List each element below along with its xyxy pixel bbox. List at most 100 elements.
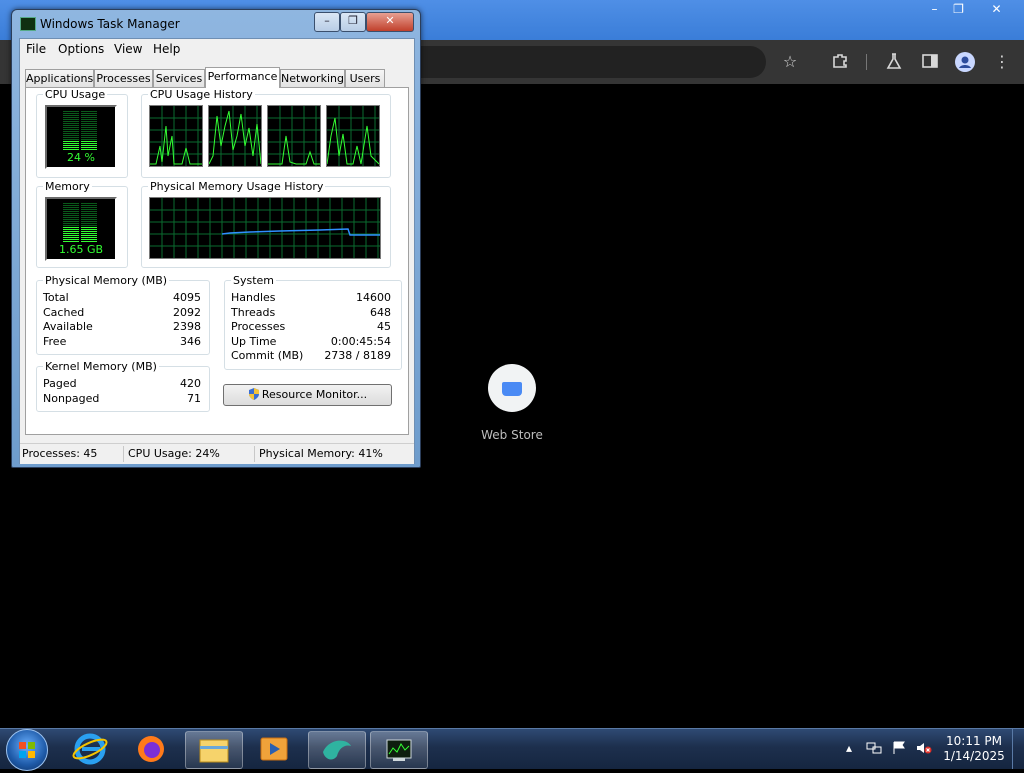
web-store-label: Web Store bbox=[481, 428, 543, 442]
meter-segment bbox=[81, 121, 97, 122]
minimize-button[interactable]: – bbox=[314, 12, 340, 32]
web-store-icon bbox=[488, 364, 536, 412]
browser-restore-button[interactable]: ❐ bbox=[942, 0, 975, 20]
meter-segment bbox=[63, 219, 79, 220]
row-value: 420 bbox=[180, 377, 201, 390]
menu-icon[interactable]: ⋮ bbox=[992, 52, 1012, 72]
meter-segment bbox=[63, 127, 79, 128]
close-button[interactable]: ✕ bbox=[366, 12, 414, 32]
meter-segment bbox=[63, 149, 79, 150]
tab-users[interactable]: Users bbox=[345, 69, 385, 87]
tab-performance[interactable]: Performance bbox=[205, 67, 280, 88]
menu-file[interactable]: File bbox=[26, 42, 46, 56]
menu-view[interactable]: View bbox=[114, 42, 142, 56]
task-manager-window: Windows Task Manager – ❐ ✕ File Options … bbox=[11, 9, 421, 468]
maximize-button[interactable]: ❐ bbox=[340, 12, 366, 32]
row-value: 346 bbox=[180, 335, 201, 348]
meter-segment bbox=[63, 121, 79, 122]
taskbar-task-manager[interactable] bbox=[370, 731, 428, 769]
meter-segment bbox=[81, 129, 97, 130]
meter-segment bbox=[63, 145, 79, 146]
tab-applications[interactable]: Applications bbox=[25, 69, 94, 87]
meter-segment bbox=[63, 217, 79, 218]
system-row: Commit (MB) 2738 / 8189 bbox=[231, 349, 391, 363]
kernel-memory-row: Nonpaged 71 bbox=[43, 392, 201, 406]
meter-segment bbox=[81, 119, 97, 120]
taskbar: ▴ 10:11 PM 1/14/2025 bbox=[0, 728, 1024, 771]
meter-segment bbox=[81, 149, 97, 150]
row-value: 2398 bbox=[173, 320, 201, 333]
status-bar: Processes: 45 CPU Usage: 24% Physical Me… bbox=[20, 443, 414, 464]
taskbar-firefox[interactable] bbox=[123, 731, 179, 767]
volume-muted-icon[interactable] bbox=[916, 741, 932, 758]
menu-options[interactable]: Options bbox=[58, 42, 104, 56]
taskbar-internet-explorer[interactable] bbox=[62, 731, 118, 767]
profile-icon[interactable] bbox=[955, 52, 975, 72]
meter-segment bbox=[81, 233, 97, 234]
meter-segment bbox=[81, 145, 97, 146]
meter-segment bbox=[63, 225, 79, 226]
network-icon[interactable] bbox=[866, 741, 882, 758]
row-value: 2092 bbox=[173, 306, 201, 319]
row-label: Total bbox=[43, 291, 69, 304]
menu-help[interactable]: Help bbox=[153, 42, 180, 56]
cpu-history-title: CPU Usage History bbox=[148, 88, 255, 101]
lab-icon[interactable] bbox=[884, 52, 904, 72]
meter-segment bbox=[63, 233, 79, 234]
tab-processes[interactable]: Processes bbox=[94, 69, 153, 87]
row-value: 4095 bbox=[173, 291, 201, 304]
meter-segment bbox=[81, 135, 97, 136]
extensions-icon[interactable] bbox=[830, 52, 850, 72]
meter-segment bbox=[63, 223, 79, 224]
browser-close-button[interactable]: ✕ bbox=[980, 0, 1013, 20]
show-hidden-icon[interactable]: ▴ bbox=[846, 741, 852, 755]
toolbar-separator bbox=[866, 54, 867, 70]
physical-memory-group: Physical Memory (MB) Total 4095 Cached 209… bbox=[36, 274, 210, 355]
meter-segment bbox=[81, 139, 97, 140]
show-desktop-button[interactable] bbox=[1012, 729, 1024, 769]
meter-segment bbox=[63, 143, 79, 144]
meter-segment bbox=[63, 139, 79, 140]
start-button[interactable] bbox=[6, 729, 48, 771]
meter-segment bbox=[63, 231, 79, 232]
resource-monitor-button[interactable]: Resource Monitor... bbox=[223, 384, 392, 406]
performance-panel: CPU Usage 24 % CPU Usage History Memory … bbox=[25, 87, 409, 435]
row-label: Handles bbox=[231, 291, 276, 304]
meter-segment bbox=[81, 113, 97, 114]
meter-segment bbox=[63, 213, 79, 214]
meter-segment bbox=[81, 207, 97, 208]
meter-segment bbox=[63, 203, 79, 204]
memory-meter: 1.65 GB bbox=[45, 197, 117, 261]
tab-services[interactable]: Services bbox=[153, 69, 205, 87]
meter-segment bbox=[81, 215, 97, 216]
meter-segment bbox=[63, 147, 79, 148]
meter-segment bbox=[81, 213, 97, 214]
action-center-icon[interactable] bbox=[892, 741, 906, 758]
meter-segment bbox=[81, 237, 97, 238]
meter-segment bbox=[63, 205, 79, 206]
tab-networking[interactable]: Networking bbox=[280, 69, 345, 87]
memory-meter-bars bbox=[63, 203, 97, 242]
taskbar-windows-explorer[interactable] bbox=[185, 731, 243, 769]
side-panel-icon[interactable] bbox=[920, 52, 940, 72]
physical-memory-row: Total 4095 bbox=[43, 291, 201, 305]
meter-segment bbox=[81, 141, 97, 142]
system-clock[interactable]: 10:11 PM 1/14/2025 bbox=[938, 734, 1010, 764]
cpu-meter-bars bbox=[63, 111, 97, 150]
cpu-usage-title: CPU Usage bbox=[43, 88, 108, 101]
address-bar[interactable] bbox=[410, 46, 766, 78]
physical-memory-row: Available 2398 bbox=[43, 320, 201, 334]
system-row: Up Time 0:00:45:54 bbox=[231, 335, 391, 349]
meter-segment bbox=[81, 241, 97, 242]
row-value: 14600 bbox=[356, 291, 391, 304]
task-manager-app-icon bbox=[20, 17, 36, 31]
web-store-shortcut[interactable]: Web Store bbox=[470, 362, 554, 452]
taskbar-app[interactable] bbox=[308, 731, 366, 769]
taskbar-media-player[interactable] bbox=[246, 731, 302, 767]
star-icon[interactable]: ☆ bbox=[780, 52, 800, 72]
meter-segment bbox=[63, 133, 79, 134]
meter-segment bbox=[81, 125, 97, 126]
system-row: Threads 648 bbox=[231, 306, 391, 320]
kernel-memory-row: Paged 420 bbox=[43, 377, 201, 391]
meter-segment bbox=[81, 219, 97, 220]
